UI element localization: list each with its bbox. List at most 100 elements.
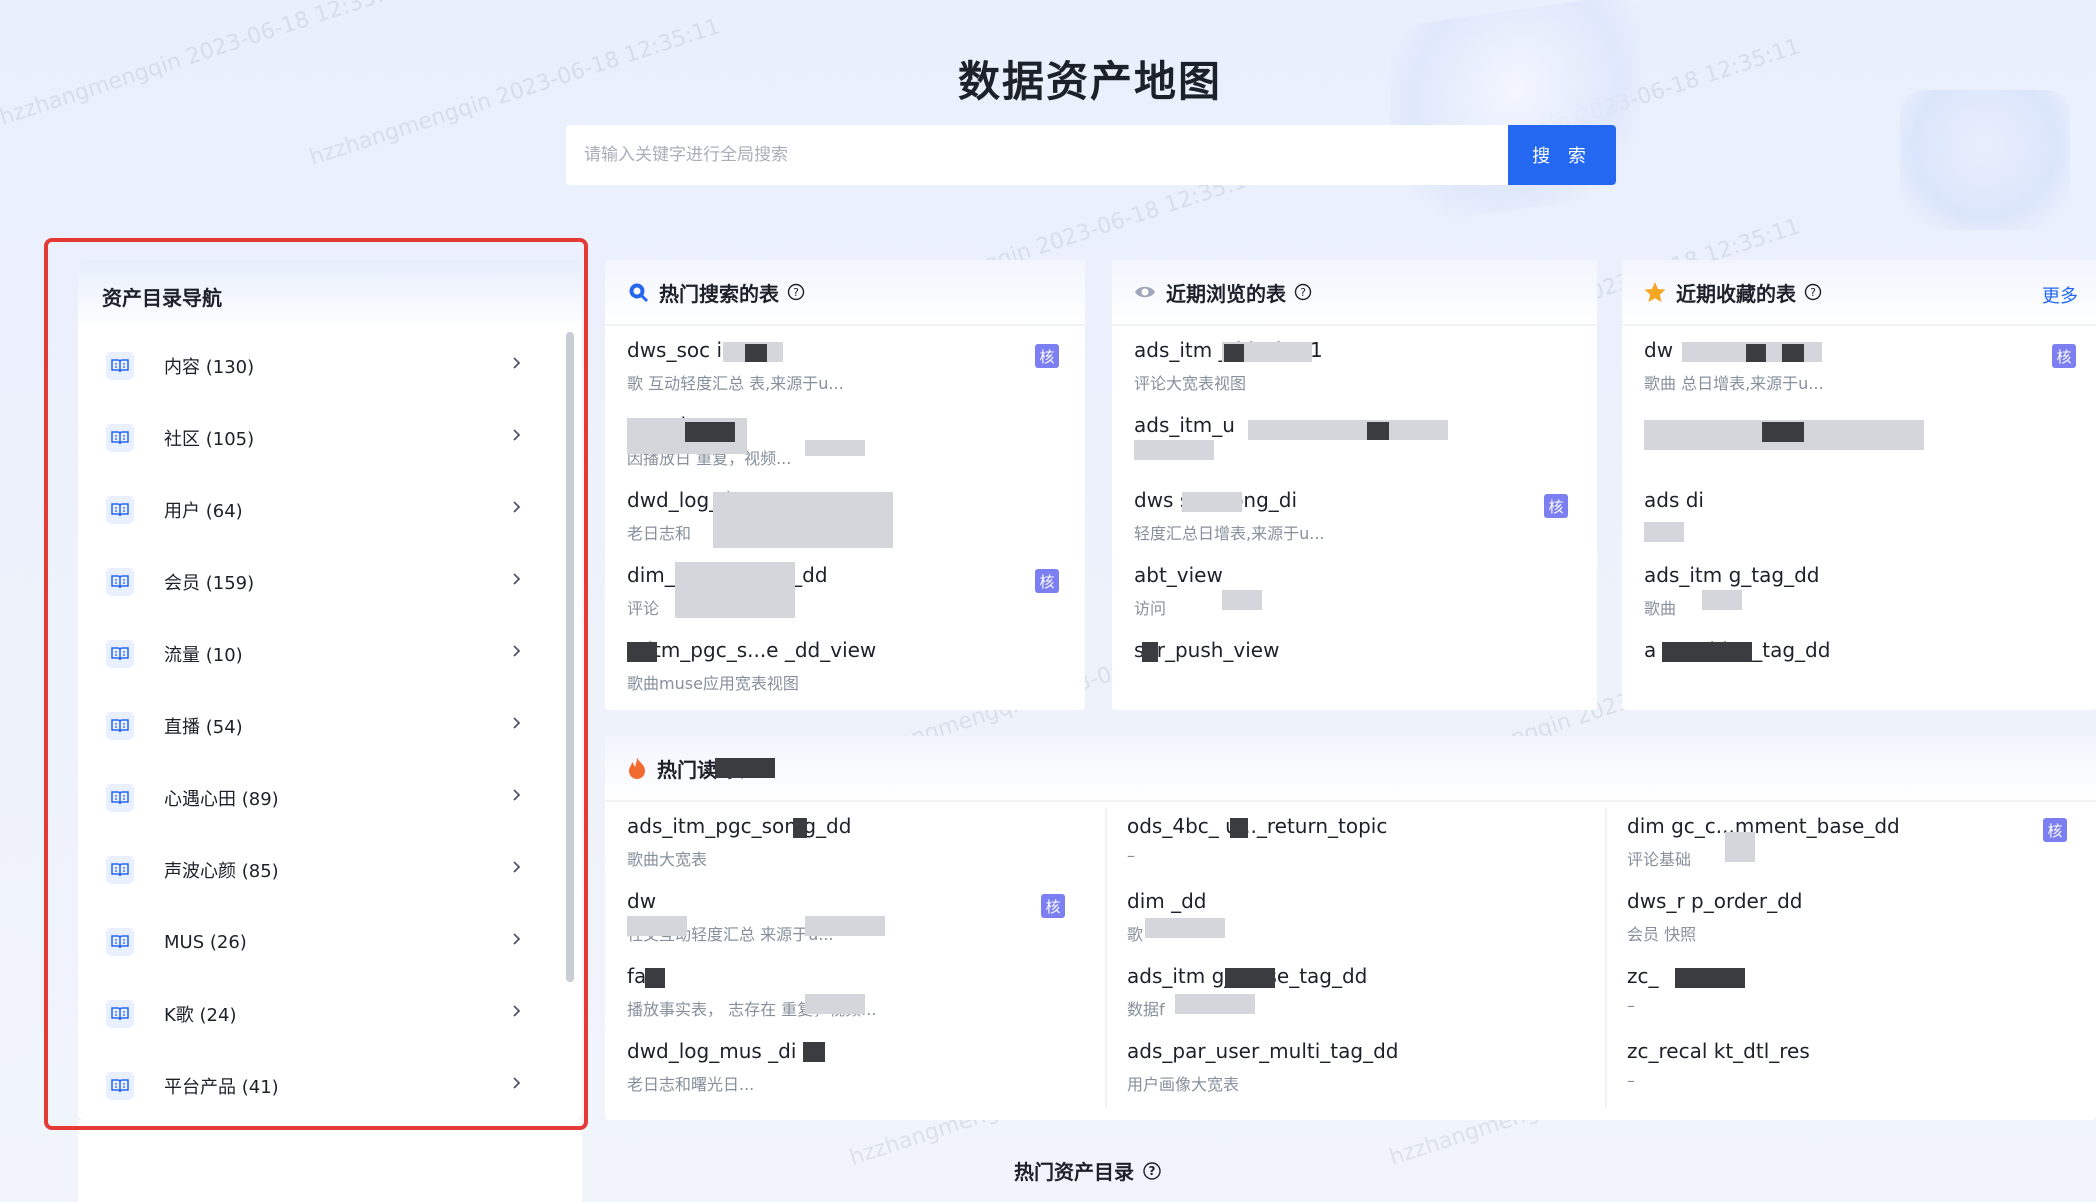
redaction-block xyxy=(1134,440,1214,460)
redaction-block xyxy=(1762,422,1804,442)
redaction-block xyxy=(1222,590,1262,610)
nav-item-label: MUS (26) xyxy=(164,931,247,953)
help-icon[interactable]: ? xyxy=(1804,283,1822,301)
redaction-block xyxy=(745,344,767,362)
book-icon xyxy=(106,856,134,884)
table-entry[interactable]: ads di xyxy=(1644,488,2084,520)
redaction-block xyxy=(1175,994,1255,1014)
table-name: dw xyxy=(627,889,657,913)
fire-icon xyxy=(629,757,645,779)
table-desc: – xyxy=(1127,846,1135,865)
hero-illustration xyxy=(1900,90,2070,230)
core-tag: 核 xyxy=(1544,494,1568,518)
card-header: 近期收藏的表 ? 更多 xyxy=(1622,260,2096,326)
table-entry[interactable]: zc_recal kt_dtl_res – xyxy=(1627,1039,2067,1090)
table-desc: 歌曲muse应用宽表视图 xyxy=(627,674,799,693)
redaction-block xyxy=(1662,642,1752,662)
search-icon xyxy=(629,283,649,303)
hero-illustration xyxy=(1390,0,1640,228)
search-button[interactable]: 搜 索 xyxy=(1508,125,1616,185)
redaction-block xyxy=(805,994,865,1014)
nav-list: 内容 (130) 社区 (105) 用户 (64) 会员 (159) 流量 (1… xyxy=(78,330,558,1122)
help-icon[interactable]: ? xyxy=(1294,283,1312,301)
book-icon xyxy=(106,928,134,956)
table-entry[interactable]: dim gc_c...mment_base_dd 评论基础 xyxy=(1627,814,2067,870)
chevron-right-icon xyxy=(512,427,522,447)
table-desc: 访问 xyxy=(1134,599,1167,618)
nav-item-label: K歌 (24) xyxy=(164,1005,237,1026)
redaction-block xyxy=(793,818,807,838)
hot-read-card: 热门读 表 ? ads_itm_pgc_son g_dd歌曲大宽表 dw 社交互… xyxy=(605,736,2096,1120)
recent-browse-card: 近期浏览的表 ? ads_itm _dd_view1 评论大宽表视图 ads_it… xyxy=(1112,260,1597,710)
redaction-block xyxy=(627,916,687,936)
search-input[interactable] xyxy=(566,125,1508,185)
page-title: 数据资产地图 xyxy=(957,57,1222,106)
table-desc: 用户画像大宽表 xyxy=(1127,1075,1240,1094)
table-name: dws_soc i xyxy=(627,338,723,362)
nav-item[interactable]: 社区 (105) xyxy=(78,402,558,474)
svg-text:?: ? xyxy=(1300,286,1306,299)
table-entry[interactable]: abt_view 访问 xyxy=(1134,563,1574,619)
help-icon[interactable]: ? xyxy=(787,283,805,301)
redaction-block xyxy=(803,1042,825,1062)
redaction-block xyxy=(1702,590,1742,610)
book-icon xyxy=(106,424,134,452)
redaction-block xyxy=(715,758,775,778)
nav-title: 资产目录导航 xyxy=(102,286,222,310)
table-entry[interactable]: dws_soc i 歌 互动轻度汇总 表,来源于u... xyxy=(627,338,1067,394)
table-name: s_itm_pgc_s...e _dd_view xyxy=(627,638,877,662)
nav-panel-base xyxy=(78,1120,582,1202)
more-link[interactable]: 更多 xyxy=(2042,282,2078,308)
table-entry[interactable]: ods_4bc_ u..._return_topic – xyxy=(1127,814,1567,865)
chevron-right-icon xyxy=(512,355,522,375)
nav-item[interactable]: 平台产品 (41) xyxy=(78,1050,558,1122)
table-desc: 老日志和曙光日... xyxy=(627,1075,755,1094)
table-entry[interactable]: ads_par_user_multi_tag_dd 用户画像大宽表 xyxy=(1127,1039,1567,1095)
svg-text:?: ? xyxy=(793,286,799,299)
nav-item[interactable]: 用户 (64) xyxy=(78,474,558,546)
table-name: ods_4bc_ u..._return_topic xyxy=(1127,814,1388,838)
nav-scrollbar[interactable] xyxy=(566,332,574,982)
nav-item[interactable]: 会员 (159) xyxy=(78,546,558,618)
card-title: 近期收藏的表 xyxy=(1676,281,1796,306)
card-title: 热门搜索的表 xyxy=(659,281,779,306)
nav-item-label: 会员 (159) xyxy=(164,573,255,594)
search-bar: 搜 索 xyxy=(566,125,1616,185)
recent-favorites-card: 近期收藏的表 ? 更多 dw歌曲 总日增表,来源于u... 核 授权明 合同桥接… xyxy=(1622,260,2096,710)
table-entry[interactable]: ser_push_view xyxy=(1134,638,1574,670)
chevron-right-icon xyxy=(512,643,522,663)
nav-item[interactable]: 直播 (54) xyxy=(78,690,558,762)
nav-item-label: 用户 (64) xyxy=(164,501,243,522)
redaction-block xyxy=(805,916,885,936)
nav-item[interactable]: K歌 (24) xyxy=(78,978,558,1050)
help-icon[interactable]: ? xyxy=(1142,1161,1162,1181)
redaction-block xyxy=(1182,492,1242,512)
nav-item[interactable]: 内容 (130) xyxy=(78,330,558,402)
table-desc: 会员 快照 xyxy=(1627,925,1697,944)
nav-item[interactable]: MUS (26) xyxy=(78,906,558,978)
table-entry[interactable]: ads_itm_pgc_son g_dd 歌曲大宽表 xyxy=(627,814,1067,870)
nav-item-label: 直播 (54) xyxy=(164,717,243,738)
nav-item-label: 声波心颜 (85) xyxy=(164,861,279,882)
redaction-block xyxy=(645,968,665,988)
table-name: zc_recal kt_dtl_res xyxy=(1627,1039,1810,1063)
redaction-block xyxy=(627,642,657,662)
table-desc: 歌曲 总日增表,来源于u... xyxy=(1644,374,1824,393)
table-entry[interactable]: dws_r p_order_dd 会员 快照 xyxy=(1627,889,2067,945)
card-header: 热门读 表 ? xyxy=(605,736,2096,802)
section-title-text: 热门资产目录 xyxy=(1014,1160,1134,1184)
redaction-block xyxy=(1230,818,1248,838)
nav-item-label: 社区 (105) xyxy=(164,429,255,450)
table-entry[interactable]: ads_itm _dd_view1 评论大宽表视图 xyxy=(1134,338,1574,394)
nav-item[interactable]: 心遇心田 (89) xyxy=(78,762,558,834)
nav-item-label: 流量 (10) xyxy=(164,645,243,666)
card-title: 近期浏览的表 xyxy=(1166,281,1286,306)
chevron-right-icon xyxy=(512,571,522,591)
nav-scrollbar-thumb[interactable] xyxy=(566,332,574,982)
nav-item[interactable]: 声波心颜 (85) xyxy=(78,834,558,906)
table-entry[interactable]: s_itm_pgc_s...e _dd_view 歌曲muse应用宽表视图 xyxy=(627,638,1067,694)
nav-item-label: 内容 (130) xyxy=(164,357,255,378)
nav-item[interactable]: 流量 (10) xyxy=(78,618,558,690)
table-entry[interactable]: dwd_log_mus _di 老日志和曙光日... xyxy=(627,1039,1067,1095)
table-name: dim gc_c...mment_base_dd xyxy=(1627,814,1900,838)
